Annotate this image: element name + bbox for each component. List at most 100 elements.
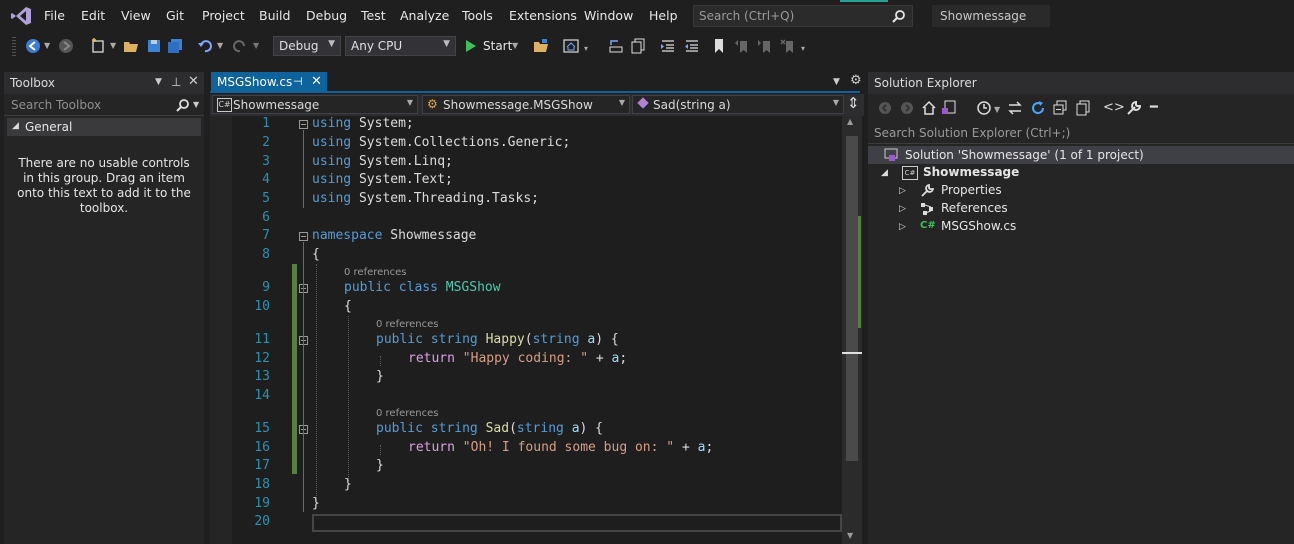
undo-icon[interactable] [197,38,213,54]
forward-icon[interactable] [899,100,915,116]
pin-tab-icon[interactable]: ⊣ [293,75,303,88]
menu-edit[interactable]: Edit [81,8,105,23]
view-code-icon[interactable]: <> [1103,100,1125,115]
next-bookmark-icon[interactable] [757,38,773,54]
fold-toggle-icon[interactable] [299,120,308,129]
search-placeholder: Search (Ctrl+Q) [699,9,795,23]
configuration-dropdown-icon: ▼ [328,39,335,49]
menu-debug[interactable]: Debug [306,8,347,23]
scroll-up-icon[interactable]: ▲ [847,117,853,126]
menu-analyze[interactable]: Analyze [400,8,449,23]
tree-item-properties[interactable]: Properties [941,183,1002,197]
save-all-icon[interactable] [167,38,183,54]
search-icon [176,99,189,112]
platform-select[interactable]: Any CPU ▼ [345,36,456,56]
solution-explorer-search-input[interactable]: Search Solution Explorer (Ctrl+;) [868,122,1294,144]
tree-item-references[interactable]: References [941,201,1008,215]
home-icon[interactable] [563,38,579,54]
vertical-scrollbar[interactable]: ▲ ▼ [842,116,862,544]
menu-build[interactable]: Build [259,8,290,23]
indent-icon[interactable] [660,38,676,54]
collapse-triangle-icon[interactable]: ◢ [881,168,888,178]
sync-with-document-icon[interactable] [1007,100,1023,116]
redo-icon[interactable] [232,38,248,54]
menu-tools[interactable]: Tools [462,8,493,23]
home-icon[interactable] [921,100,937,116]
bookmark-icon[interactable] [711,38,727,54]
tree-item-solution[interactable]: Solution 'Showmessage' (1 of 1 project) [868,146,1294,164]
fold-toggle-icon[interactable] [299,232,308,241]
close-tab-icon[interactable]: ✕ [311,74,322,89]
menu-window[interactable]: Window [584,8,633,23]
new-dropdown-icon[interactable]: ▼ [110,41,116,50]
back-icon[interactable] [25,38,41,54]
previous-bookmark-icon[interactable] [734,38,750,54]
redo-dropdown-icon[interactable]: ▼ [253,41,259,50]
step-over-icon[interactable] [608,38,624,54]
toolbox-dropdown-icon[interactable]: ▼ [155,77,162,87]
save-icon[interactable] [146,38,162,54]
code-lens-references[interactable]: 0 references [376,319,439,330]
scroll-down-icon[interactable]: ▼ [847,531,853,540]
back-dropdown-icon[interactable]: ▼ [44,41,50,50]
history-dropdown-icon[interactable]: ▼ [994,105,1000,114]
toolbox-search-input[interactable]: Search Toolbox ▼ [4,94,204,116]
member-select[interactable]: Sad(string a) ▼ [632,95,844,114]
expand-triangle-icon[interactable]: ▷ [899,222,906,232]
open-folder-in-explorer-icon[interactable] [533,38,549,54]
new-project-icon[interactable] [90,38,106,54]
expand-triangle-icon[interactable]: ▷ [899,186,906,196]
menu-help[interactable]: Help [649,8,678,23]
tab-list-dropdown-icon[interactable]: ▼ [833,77,840,87]
tree-item-project[interactable]: Showmessage [923,165,1019,179]
start-dropdown-icon[interactable]: ▼ [512,41,518,50]
tab-msgshow-cs[interactable]: MSGShow.cs ⊣ ✕ [211,72,327,92]
forward-icon[interactable] [58,38,74,54]
open-folder-icon[interactable] [123,38,139,54]
undo-dropdown-icon[interactable]: ▼ [217,41,223,50]
menu-view[interactable]: View [121,8,151,23]
toolbar-overflow-icon[interactable]: ▾ [801,44,805,53]
copy-icon[interactable] [630,38,646,54]
clear-bookmarks-icon[interactable] [780,38,796,54]
class-select[interactable]: ⚙ Showmessage.MSGShow ▼ [422,95,630,114]
visual-studio-logo-icon[interactable] [10,6,32,26]
pin-icon[interactable]: ⊥ [171,75,181,89]
show-all-files-icon[interactable] [1075,100,1091,116]
collapse-all-icon[interactable] [1052,100,1068,116]
close-icon[interactable]: ✕ [188,74,199,89]
code-view[interactable]: 1 2 3 4 5 6 7 8 9 10 11 12 13 14 15 16 1… [232,116,842,544]
preview-selected-icon[interactable]: ━ [1150,100,1158,115]
start-icon[interactable] [465,39,477,53]
history-icon[interactable] [976,100,992,116]
back-icon[interactable] [877,100,893,116]
project-select[interactable]: C# Showmessage ▼ [212,95,418,114]
toolbar-grip[interactable] [12,37,16,57]
refresh-icon[interactable] [1030,100,1046,116]
configuration-select[interactable]: Debug ▼ [273,36,341,56]
menu-git[interactable]: Git [166,8,184,23]
code-text: ; [619,351,628,366]
tree-item-msgshow-cs[interactable]: MSGShow.cs [941,219,1016,233]
start-button[interactable]: Start [483,39,512,53]
code-lens-references[interactable]: 0 references [344,267,407,278]
scrollbar-thumb[interactable] [846,136,858,461]
outdent-icon[interactable] [684,38,700,54]
menu-project[interactable]: Project [202,8,245,23]
split-window-icon[interactable]: ⇕ [847,94,860,112]
expand-triangle-icon[interactable]: ▷ [899,204,906,214]
toolbox-group-general[interactable]: ◢ General [7,118,201,136]
solution-explorer-search-placeholder: Search Solution Explorer (Ctrl+;) [874,126,1071,140]
accent-strip [840,0,888,2]
menu-extensions[interactable]: Extensions [509,8,577,23]
settings-gear-icon[interactable]: ⚙ [850,73,862,88]
switch-views-icon[interactable] [941,100,957,116]
menu-file[interactable]: File [44,8,65,23]
search-options-dropdown-icon[interactable]: ▼ [193,100,199,109]
code-lens-references[interactable]: 0 references [376,408,439,419]
home-dropdown-icon[interactable]: ▾ [584,44,588,53]
menu-test[interactable]: Test [361,8,386,23]
collapse-triangle-icon[interactable]: ◢ [12,121,19,131]
search-input[interactable]: Search (Ctrl+Q) [693,5,913,27]
properties-wrench-icon[interactable] [1126,100,1142,116]
